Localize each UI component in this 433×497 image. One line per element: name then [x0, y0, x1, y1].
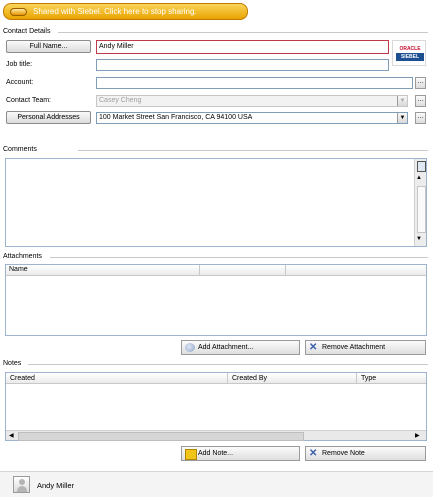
oracle-siebel-logo: ORACLE SIEBEL: [392, 40, 426, 66]
contact-details-divider: [58, 32, 428, 33]
account-field[interactable]: [96, 77, 413, 89]
attachments-header: Name: [6, 265, 426, 276]
avatar-head-icon: [19, 479, 25, 485]
notes-horizontal-scrollbar[interactable]: ◀ ▶: [6, 430, 426, 441]
account-lookup-button[interactable]: …: [415, 77, 426, 89]
add-note-button[interactable]: Add Note...: [181, 446, 300, 461]
remove-note-button[interactable]: ✕ Remove Note: [305, 446, 426, 461]
address-lookup-button[interactable]: …: [415, 112, 426, 124]
scroll-up-icon[interactable]: ▲: [416, 175, 422, 181]
remove-note-label: Remove Note: [322, 450, 365, 457]
column-separator: [227, 373, 228, 384]
comments-title: Comments: [3, 146, 37, 153]
notes-col-type[interactable]: Type: [361, 374, 376, 383]
scroll-down-icon[interactable]: ▼: [416, 236, 422, 242]
stop-sharing-icon[interactable]: [10, 8, 27, 16]
remove-x-icon: ✕: [309, 342, 318, 353]
sharing-banner[interactable]: Shared with Siebel. Click here to stop s…: [3, 3, 248, 20]
remove-x-icon: ✕: [309, 448, 318, 459]
comments-divider: [78, 150, 428, 151]
contact-team-label: Contact Team:: [6, 97, 52, 104]
scroll-left-icon[interactable]: ◀: [9, 431, 14, 441]
address-field[interactable]: 100 Market Street San Francisco, CA 9410…: [96, 112, 408, 124]
notes-col-created-by[interactable]: Created By: [232, 374, 267, 383]
personal-addresses-button[interactable]: Personal Addresses: [6, 111, 91, 124]
full-name-field[interactable]: Andy Miller: [96, 40, 389, 54]
avatar[interactable]: [13, 476, 30, 493]
remove-attachment-label: Remove Attachment: [322, 344, 386, 351]
add-attachment-label: Add Attachment...: [198, 344, 254, 351]
remove-attachment-button[interactable]: ✕ Remove Attachment: [305, 340, 426, 355]
attachments-list[interactable]: Name: [5, 264, 427, 336]
attachments-col-name[interactable]: Name: [9, 266, 28, 273]
people-pane: Andy Miller: [0, 471, 433, 497]
scroll-thumb[interactable]: [417, 186, 426, 233]
column-separator: [285, 265, 286, 276]
job-title-field[interactable]: [96, 59, 389, 71]
contact-team-field: Casey Cheng: [96, 95, 408, 107]
comments-textarea[interactable]: ▲ ▼: [5, 158, 427, 247]
avatar-body-icon: [17, 486, 27, 492]
account-label: Account:: [6, 79, 34, 86]
person-name[interactable]: Andy Miller: [37, 481, 74, 490]
logo-text-top: ORACLE: [399, 46, 421, 52]
attachments-divider: [50, 257, 428, 258]
notes-scroll-thumb[interactable]: [18, 432, 304, 441]
notes-title: Notes: [3, 360, 22, 367]
logo-text-bottom: SIEBEL: [396, 53, 424, 61]
add-note-label: Add Note...: [198, 450, 234, 457]
add-attachment-button[interactable]: Add Attachment...: [181, 340, 300, 355]
note-icon: [185, 449, 197, 460]
attachments-title: Attachments: [3, 253, 42, 260]
column-separator: [199, 265, 200, 276]
column-separator: [356, 373, 357, 384]
paperclip-icon: [185, 343, 195, 352]
notes-divider: [28, 364, 428, 365]
contact-team-lookup-button[interactable]: …: [415, 95, 426, 107]
notes-list[interactable]: Created Created By Type ◀ ▶: [5, 372, 427, 441]
job-title-label: Job title:: [6, 61, 33, 68]
address-dropdown-icon[interactable]: ▼: [397, 113, 407, 123]
sharing-banner-text[interactable]: Shared with Siebel. Click here to stop s…: [33, 7, 197, 16]
contact-team-dropdown-icon: ▼: [397, 96, 407, 106]
full-name-button[interactable]: Full Name...: [6, 40, 91, 53]
contact-details-title: Contact Details: [3, 28, 51, 35]
comments-scroll-icon[interactable]: [417, 161, 426, 172]
notes-col-created[interactable]: Created: [10, 374, 35, 383]
scroll-right-icon[interactable]: ▶: [415, 431, 420, 441]
comments-scrollbar[interactable]: ▲ ▼: [414, 159, 426, 246]
